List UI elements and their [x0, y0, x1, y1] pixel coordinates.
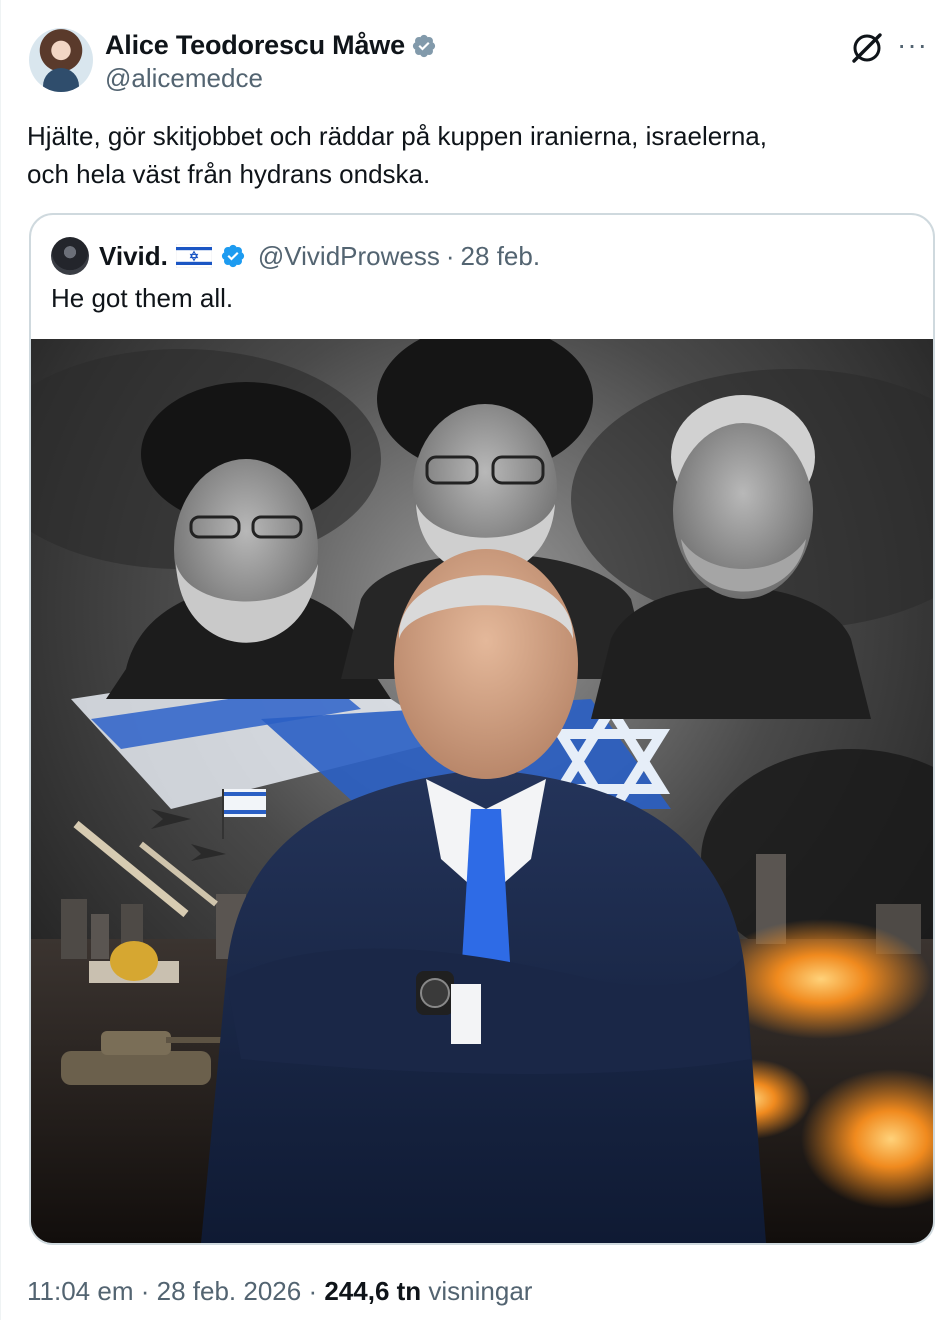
- grok-icon[interactable]: [847, 28, 887, 68]
- verified-badge-icon: [412, 34, 436, 57]
- more-options-button[interactable]: ···: [897, 30, 937, 66]
- quoted-verified-badge-icon: [221, 244, 244, 268]
- separator-dot: ·: [308, 1276, 318, 1306]
- tweet-text: Hjälte, gör skitjobbet och räddar på kup…: [27, 117, 917, 193]
- tweet-text-line: och hela väst från hydrans ondska.: [27, 159, 431, 189]
- quoted-author-avatar[interactable]: [51, 237, 89, 275]
- tweet-date[interactable]: 28 feb. 2026: [157, 1276, 302, 1306]
- tweet-header: Alice Teodorescu Måwe @alicemedce ···: [1, 0, 946, 100]
- separator-dot: ·: [445, 240, 455, 271]
- separator-dot: ·: [140, 1276, 150, 1306]
- author-avatar[interactable]: [29, 28, 93, 92]
- quoted-tweet-image[interactable]: [31, 339, 933, 1243]
- quoted-tweet-date[interactable]: 28 feb.: [461, 241, 541, 272]
- poster-illustration: [31, 339, 933, 1243]
- quoted-tweet-card[interactable]: Vivid. @VividProwess · 28 feb. He got th…: [29, 213, 935, 1245]
- views-label: visningar: [428, 1276, 533, 1306]
- quoted-author-display-name[interactable]: Vivid.: [99, 241, 168, 272]
- tweet-text-line: Hjälte, gör skitjobbet och räddar på kup…: [27, 121, 767, 151]
- quoted-tweet-text: He got them all.: [51, 283, 234, 313]
- author-name-row: Alice Teodorescu Måwe: [105, 30, 437, 61]
- quoted-tweet-header: Vivid. @VividProwess · 28 feb.: [51, 237, 540, 275]
- tweet-time[interactable]: 11:04 em: [27, 1276, 133, 1306]
- tweet-detail: Alice Teodorescu Måwe @alicemedce ··· Hj…: [0, 0, 946, 1320]
- views-count[interactable]: 244,6 tn: [324, 1276, 421, 1306]
- tweet-meta: 11:04 em · 28 feb. 2026 · 244,6 tn visni…: [27, 1276, 532, 1307]
- quoted-author-handle[interactable]: @VividProwess: [258, 241, 440, 272]
- author-display-name[interactable]: Alice Teodorescu Måwe: [105, 30, 405, 61]
- israel-flag-icon: [175, 244, 212, 268]
- author-handle[interactable]: @alicemedce: [105, 63, 263, 94]
